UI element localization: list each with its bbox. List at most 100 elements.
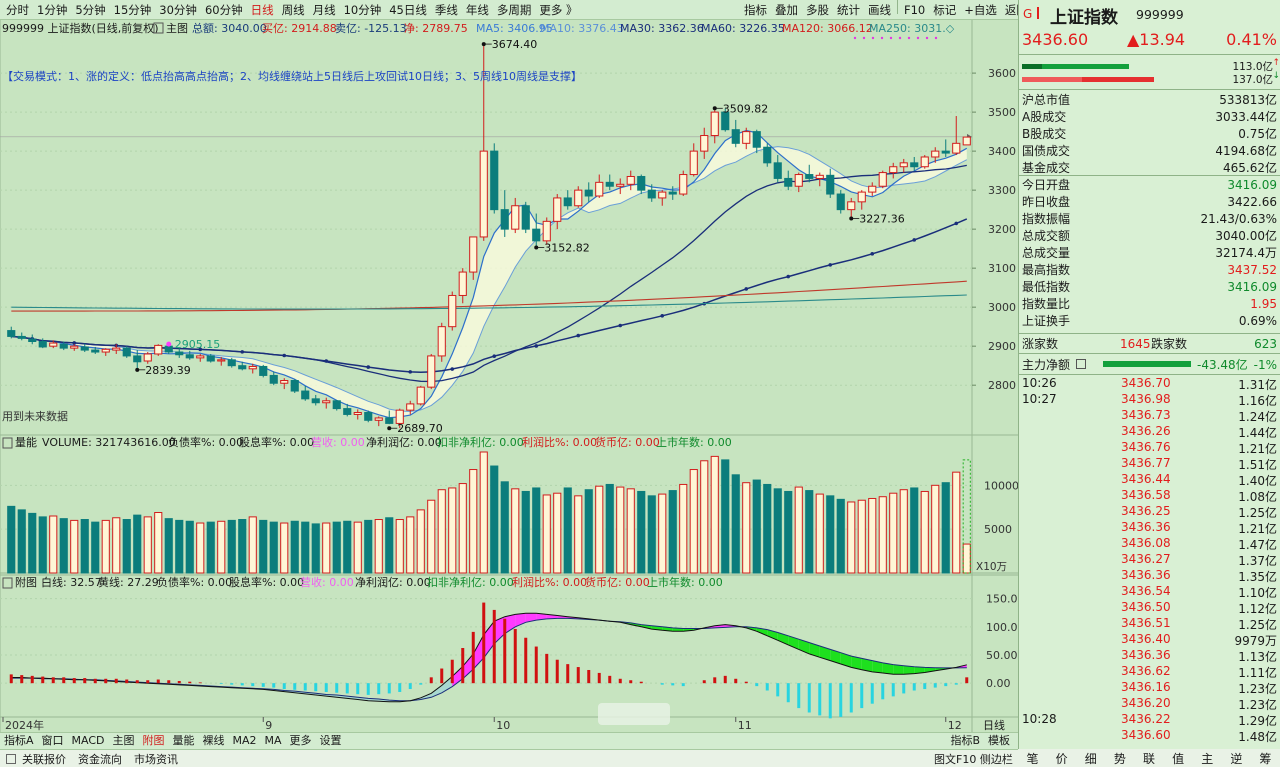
period-tab[interactable]: 45日线 [385,0,431,20]
price-row: 3436.60 ▲13.94 0.41% [1019,28,1280,50]
quote-tab[interactable]: 价 [1056,750,1068,767]
tick-row[interactable]: 10:27 3436.98 1.16亿 [1019,392,1280,408]
indicator-tab[interactable]: 裸线 [199,733,229,749]
candle-body [847,201,856,211]
candle-body [437,326,446,357]
period-tab[interactable]: 5分钟 [71,0,109,20]
indicator-tab[interactable]: 设置 [316,733,346,749]
stat-value: 465.62亿 [1223,161,1277,175]
indicator-tab[interactable]: 指标B [946,733,984,749]
quote-tab[interactable]: 势 [1114,750,1126,767]
indicator-tab[interactable]: MA2 [229,733,261,749]
tool-button[interactable]: F10 [900,0,929,20]
volume-bar [700,460,709,574]
status-link[interactable]: 市场资讯 [128,751,184,767]
ma60-dot [282,353,287,358]
flag-icon [1037,7,1047,19]
tool-button[interactable]: 多股 [802,0,833,20]
ma-legend: MA60: 3226.35 [701,22,785,35]
period-tab[interactable]: 月线 [309,0,340,20]
marker-dot [853,36,857,40]
indicator-tab[interactable]: 窗口 [38,733,68,749]
tick-row[interactable]: 3436.51 1.25亿 [1019,616,1280,632]
candle-body [553,197,562,222]
sidebar-toggle[interactable]: 图文F10 侧边栏《 [928,751,1030,767]
period-tab[interactable]: 季线 [431,0,462,20]
tick-row[interactable]: 3436.26 1.44亿 [1019,424,1280,440]
period-tab[interactable]: 1分钟 [33,0,71,20]
tick-row[interactable]: 3436.27 1.37亿 [1019,552,1280,568]
volume-bar [479,451,488,574]
tick-row[interactable]: 3436.25 1.25亿 [1019,504,1280,520]
quote-tab[interactable]: 主 [1201,750,1213,767]
tool-button[interactable]: 指标 [740,0,771,20]
period-tab[interactable]: 年线 [462,0,493,20]
tick-row[interactable]: 3436.36 1.13亿 [1019,648,1280,664]
indicator-tab[interactable]: MACD [68,733,109,749]
tool-button[interactable]: 叠加 [771,0,802,20]
period-tab[interactable]: 更多 》 [535,0,581,20]
macd-hist-bar [72,678,76,684]
tick-row[interactable]: 10:26 3436.70 1.31亿 [1019,376,1280,392]
tick-volume: 1.47亿 [1238,538,1277,552]
indicator-tab[interactable]: 主图 [109,733,139,749]
tick-price: 3436.25 [1121,504,1171,518]
quote-tab[interactable]: 逆 [1230,750,1242,767]
indicator-tab[interactable]: 指标A [0,733,38,749]
tick-row[interactable]: 10:28 3436.22 1.29亿 [1019,712,1280,728]
period-tab[interactable]: 多周期 [493,0,536,20]
tool-button[interactable]: 画线 [864,0,895,20]
candle-body [364,411,373,421]
tick-row[interactable]: 3436.76 1.21亿 [1019,440,1280,456]
tick-row[interactable]: 3436.44 1.40亿 [1019,472,1280,488]
tick-row[interactable]: 3436.54 1.10亿 [1019,584,1280,600]
indicator-tab[interactable]: 更多 [286,733,316,749]
period-tab[interactable]: 日线 [247,0,278,20]
quote-tab[interactable]: 筹 [1259,750,1271,767]
tick-row[interactable]: 3436.73 1.24亿 [1019,408,1280,424]
chart-canvas[interactable]: 2800 2900 3000 3100 3200 3300 3400 3500 3600 3674… [0,20,1018,732]
quote-tab[interactable]: 联 [1143,750,1155,767]
ma60-dot [324,359,329,363]
main-net-pct: -1% [1253,357,1277,372]
quote-tab[interactable]: 笔 [1027,750,1039,767]
volume-bar [511,488,520,574]
period-tab[interactable]: 30分钟 [155,0,201,20]
tool-button[interactable]: 统计 [833,0,864,20]
tick-row[interactable]: 3436.62 1.11亿 [1019,664,1280,680]
candle-body [259,365,268,376]
macd-stat: 黄线: 27.29 [98,575,159,589]
period-tab[interactable]: 10分钟 [340,0,386,20]
status-link[interactable]: 资金流向 [72,751,128,767]
tick-row[interactable]: 3436.08 1.47亿 [1019,536,1280,552]
tick-row[interactable]: 3436.36 1.35亿 [1019,568,1280,584]
macd-hist-bar [923,683,927,690]
period-tab[interactable]: 15分钟 [110,0,156,20]
tool-button[interactable]: 标记 [929,0,960,20]
period-tab[interactable]: 60分钟 [201,0,247,20]
kline-chart[interactable]: 2800 2900 3000 3100 3200 3300 3400 3500 3600 3674… [0,20,1018,732]
status-link[interactable]: 关联报价 [16,751,72,767]
tick-row[interactable]: 3436.77 1.51亿 [1019,456,1280,472]
tick-row[interactable]: 3436.16 1.23亿 [1019,680,1280,696]
tick-row[interactable]: 3436.36 1.21亿 [1019,520,1280,536]
indicator-tab[interactable]: 模板 [984,733,1014,749]
indicator-tab[interactable]: 附图 [139,733,169,749]
tick-row[interactable]: 3436.58 1.08亿 [1019,488,1280,504]
index-code: 999999 [1136,7,1184,22]
tick-row[interactable]: 3436.20 1.23亿 [1019,696,1280,712]
indicator-tab[interactable]: 量能 [169,733,199,749]
candle-body [511,205,520,230]
indicator-tab[interactable]: MA [261,733,286,749]
period-tab[interactable]: 分时 [2,0,33,20]
volume-bar [668,490,677,574]
volume-bar [59,518,68,574]
tick-row[interactable]: 3436.60 1.48亿 [1019,728,1280,744]
tick-row[interactable]: 3436.50 1.12亿 [1019,600,1280,616]
tool-button[interactable]: +自选 [960,0,1001,20]
period-tab[interactable]: 周线 [278,0,309,20]
flow-bars: 113.0亿 ↑ 137.0亿 ↓ [1019,58,1280,88]
quote-tab[interactable]: 值 [1172,750,1184,767]
quote-tab[interactable]: 细 [1085,750,1097,767]
tick-row[interactable]: 3436.40 9979万 [1019,632,1280,648]
